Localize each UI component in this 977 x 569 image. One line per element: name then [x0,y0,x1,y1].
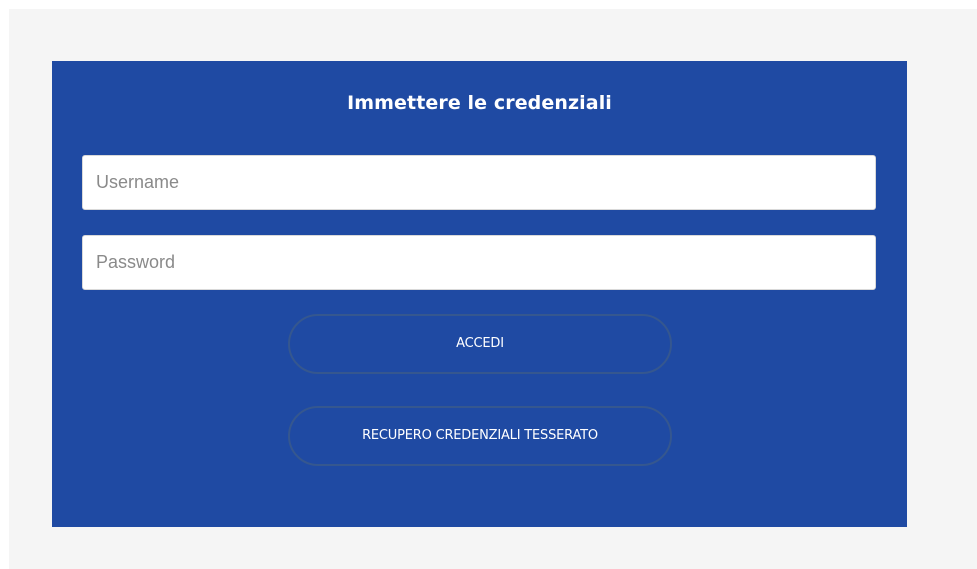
login-button[interactable]: ACCEDI [288,314,672,374]
login-title: Immettere le credenziali [347,92,612,114]
login-panel: Immettere le credenziali ACCEDI RECUPERO… [52,61,907,527]
username-input[interactable] [82,155,876,210]
password-input[interactable] [82,235,876,290]
recover-credentials-button[interactable]: RECUPERO CREDENZIALI TESSERATO [288,406,672,466]
